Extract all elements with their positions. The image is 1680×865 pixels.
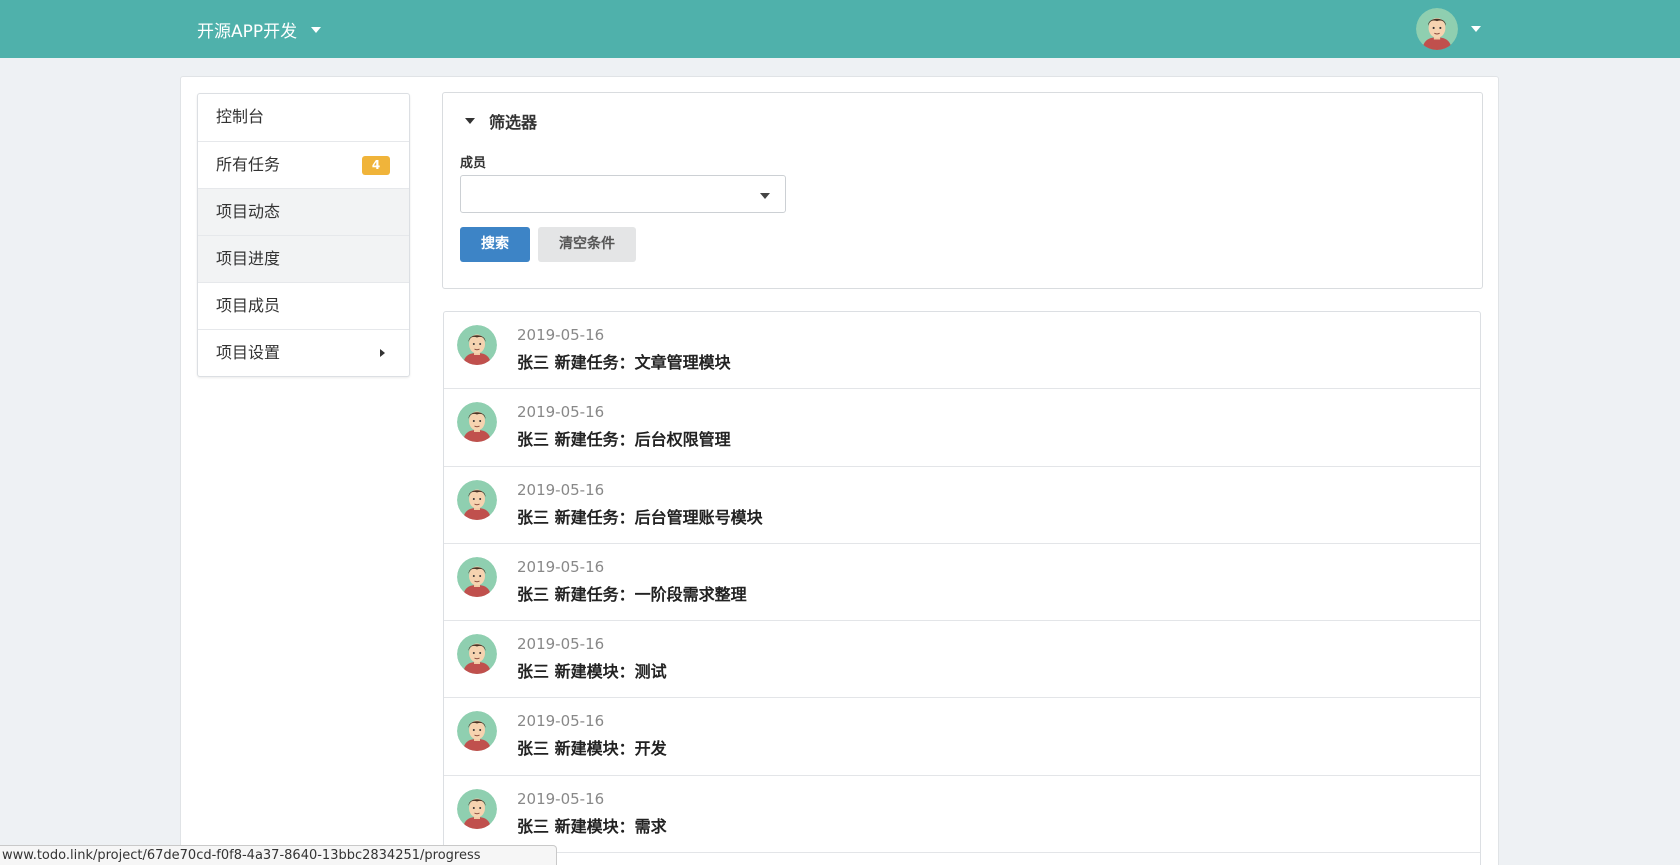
activity-date: 2019-05-16 [517,635,605,654]
activity-text: 张三 新建模块：测试 [517,662,667,682]
sidebar-item-project-members[interactable]: 项目成员 [198,282,409,329]
avatar-face-icon [457,788,497,829]
caret-down-icon [465,118,475,124]
filter-panel: 筛选器 成员 搜索 清空条件 [442,92,1483,289]
sidebar-item-label: 项目进度 [216,249,281,268]
sidebar-item-project-progress[interactable]: 项目进度 [198,235,409,282]
avatar-face-icon [457,711,497,752]
project-switcher[interactable]: 开源APP开发 [197,17,322,42]
user-menu[interactable] [1416,8,1481,50]
task-count-badge: 4 [362,156,390,175]
sidebar-item-project-settings[interactable]: 项目设置 [198,329,409,376]
sidebar-item-label: 项目设置 [216,343,281,362]
user-avatar [457,479,497,520]
link-status-bar: www.todo.link/project/67de70cd-f0f8-4a37… [0,845,557,865]
sidebar-item-label: 所有任务 [216,155,281,174]
activity-text: 张三 新建任务：后台管理账号模块 [517,507,763,527]
sidebar-menu: 控制台 所有任务 4 项目动态 项目进度 项目成员 项目设置 [197,93,410,377]
sidebar-item-label: 项目动态 [216,202,281,221]
user-avatar [457,402,497,443]
filter-toggle[interactable]: 筛选器 [465,109,537,133]
user-avatar [457,788,497,829]
list-item: 2019-05-16 张三 新建任务：文章管理模块 [444,312,1480,390]
user-avatar [457,556,497,597]
user-avatar [457,711,497,752]
activity-text: 张三 新建模块：开发 [517,739,667,759]
member-select[interactable] [460,175,786,213]
clear-filters-button[interactable]: 清空条件 [538,227,636,262]
activity-date: 2019-05-16 [517,557,605,576]
chevron-down-icon [1471,26,1481,32]
user-avatar [1416,8,1458,50]
filter-title: 筛选器 [489,113,538,132]
list-item: 2019-05-16 张三 新建模块：需求 [444,776,1480,854]
activity-date: 2019-05-16 [517,712,605,731]
sidebar-item-label: 控制台 [216,107,265,126]
activity-text: 张三 新建任务：文章管理模块 [517,353,731,372]
avatar-face-icon [457,634,497,675]
search-button[interactable]: 搜索 [460,227,530,262]
list-item: 2019-05-16 张三 新建模块：测试 [444,621,1480,699]
list-item: 2019-05-16 张三 新建任务：后台权限管理 [444,389,1480,467]
activity-list: 2019-05-16 张三 新建任务：文章管理模块 2019-05-16 张三 … [443,311,1481,865]
avatar-face-icon [457,402,497,443]
avatar-face-icon [1416,8,1458,50]
activity-text: 张三 新建任务：后台权限管理 [517,430,731,450]
top-navbar: 开源APP开发 [0,0,1680,58]
chevron-right-icon [380,349,385,357]
avatar-face-icon [457,479,497,520]
activity-date: 2019-05-16 [517,326,605,344]
sidebar-item-all-tasks[interactable]: 所有任务 4 [198,141,409,188]
activity-date: 2019-05-16 [517,480,605,499]
activity-date: 2019-05-16 [517,789,605,808]
activity-text: 张三 新建模块：需求 [517,816,667,836]
sidebar-item-dashboard[interactable]: 控制台 [198,94,409,141]
user-avatar [457,634,497,675]
chevron-down-icon [760,193,770,199]
chevron-down-icon [311,26,322,33]
activity-text: 张三 新建任务：一阶段需求整理 [517,584,747,604]
member-field-label: 成员 [460,156,487,171]
activity-date: 2019-05-16 [517,403,605,422]
avatar-face-icon [457,556,497,597]
list-item: 2019-05-16 张三 新建任务：一阶段需求整理 [444,544,1480,622]
sidebar-item-project-activity[interactable]: 项目动态 [198,188,409,235]
user-avatar [457,325,497,365]
list-item: 2019-05-16 张三 新建模块：开发 [444,698,1480,776]
avatar-face-icon [457,325,497,365]
project-name: 开源APP开发 [197,22,298,42]
list-item: 2019-05-16 张三 新建任务：后台管理账号模块 [444,467,1480,544]
sidebar-item-label: 项目成员 [216,296,281,315]
